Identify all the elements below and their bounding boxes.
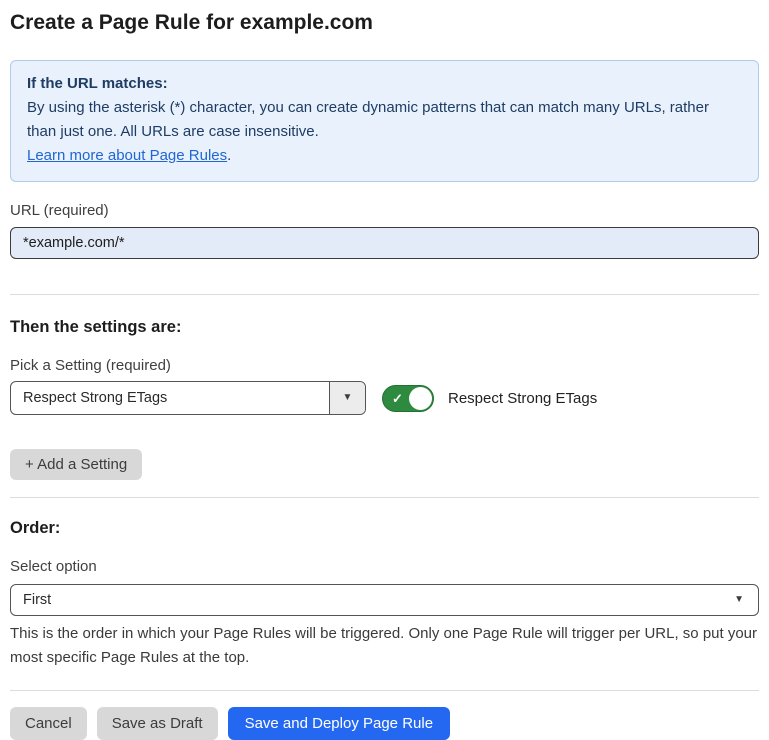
form-actions: Cancel Save as Draft Save and Deploy Pag… [10, 707, 759, 740]
url-field-label: URL (required) [10, 202, 759, 220]
add-setting-button[interactable]: + Add a Setting [10, 449, 142, 480]
link-suffix: . [227, 147, 231, 164]
setting-select[interactable]: Respect Strong ETags ▼ [10, 381, 366, 415]
info-box-body: By using the asterisk (*) character, you… [27, 96, 742, 144]
cancel-button[interactable]: Cancel [10, 707, 87, 740]
divider [10, 294, 759, 295]
learn-more-link[interactable]: Learn more about Page Rules [27, 147, 227, 164]
order-help-text: This is the order in which your Page Rul… [10, 622, 759, 670]
setting-select-value: Respect Strong ETags [11, 390, 329, 406]
pick-setting-label: Pick a Setting (required) [10, 357, 759, 375]
info-box-link-line: Learn more about Page Rules. [27, 144, 742, 168]
chevron-down-icon: ▼ [343, 393, 353, 403]
order-select-label: Select option [10, 558, 759, 576]
save-draft-button[interactable]: Save as Draft [97, 707, 218, 740]
save-deploy-button[interactable]: Save and Deploy Page Rule [228, 707, 450, 740]
toggle-label: Respect Strong ETags [448, 390, 597, 407]
settings-section-heading: Then the settings are: [10, 317, 759, 337]
page-title: Create a Page Rule for example.com [10, 10, 759, 36]
order-select-value: First [23, 592, 734, 608]
chevron-down-icon: ▼ [734, 595, 744, 605]
toggle-knob [409, 387, 432, 410]
order-section-heading: Order: [10, 518, 759, 538]
info-box-heading: If the URL matches: [27, 72, 742, 96]
setting-row: Respect Strong ETags ▼ ✓ Respect Strong … [10, 381, 759, 415]
setting-select-arrow-cell: ▼ [329, 382, 365, 414]
etags-toggle[interactable]: ✓ [382, 385, 434, 412]
url-input[interactable] [10, 227, 759, 259]
divider [10, 497, 759, 498]
order-select[interactable]: First ▼ [10, 584, 759, 616]
page-rule-form: Create a Page Rule for example.com If th… [0, 0, 769, 740]
divider [10, 690, 759, 691]
url-match-info-box: If the URL matches: By using the asteris… [10, 60, 759, 182]
check-icon: ✓ [392, 392, 403, 405]
